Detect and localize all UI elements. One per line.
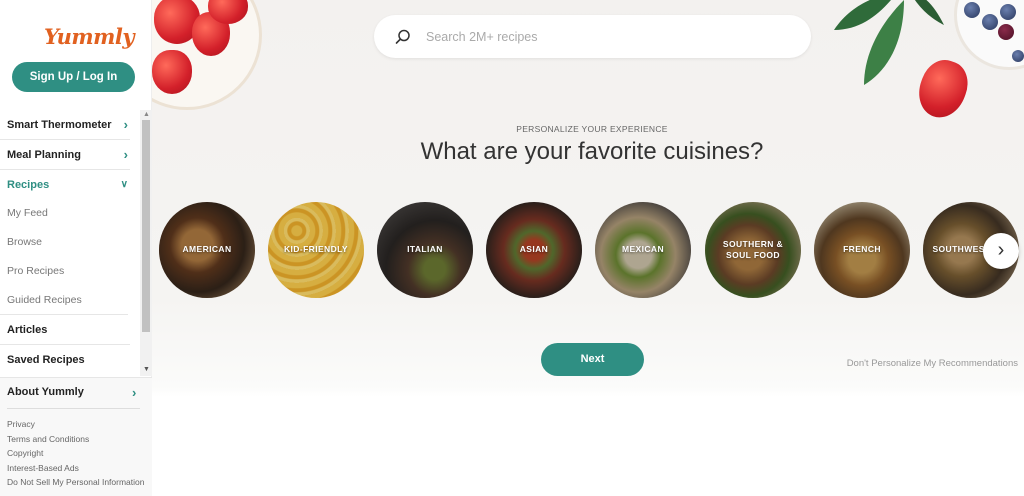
sidebar-nav: Smart Thermometer › Meal Planning › Reci… (0, 110, 152, 376)
sidebar-item-label: My Feed (7, 207, 48, 219)
about-yummly-link[interactable]: About Yummly (7, 386, 84, 398)
do-not-sell-link[interactable]: Do Not Sell My Personal Information (7, 477, 144, 487)
cuisine-french[interactable]: FRENCH (814, 202, 910, 298)
sidebar-item-label: Guided Recipes (7, 294, 82, 306)
privacy-link[interactable]: Privacy (7, 419, 35, 429)
sidebar-item-smart-thermometer[interactable]: Smart Thermometer › (0, 110, 130, 140)
blueberry-image (982, 14, 998, 30)
sidebar-item-articles[interactable]: Articles (0, 315, 130, 345)
sidebar-item-label: Meal Planning (7, 149, 81, 161)
cuisine-kid-friendly[interactable]: KID-FRIENDLY (268, 202, 364, 298)
next-button[interactable]: Next (541, 343, 644, 376)
sidebar-item-label: Browse (7, 236, 43, 248)
blackberry-image (998, 24, 1014, 40)
sidebar-item-meal-planning[interactable]: Meal Planning › (0, 140, 130, 170)
terms-link[interactable]: Terms and Conditions (7, 434, 89, 444)
blueberry-image (1000, 4, 1016, 20)
cuisine-label: SOUTHERN & SOUL FOOD (722, 238, 784, 260)
scroll-up-icon[interactable]: ▲ (143, 111, 150, 118)
divider (7, 408, 140, 409)
signup-login-button[interactable]: Sign Up / Log In (12, 62, 135, 92)
sidebar-item-my-feed[interactable]: My Feed (0, 198, 140, 228)
cuisine-label: AMERICAN (182, 244, 232, 255)
sidebar-scrollbar[interactable]: ▲ ▼ (140, 110, 152, 376)
search-input[interactable] (426, 15, 786, 58)
sidebar-item-saved-recipes[interactable]: Saved Recipes (0, 345, 130, 375)
yummly-logo[interactable]: Yummly (44, 24, 135, 49)
cuisine-italian[interactable]: ITALIAN (377, 202, 473, 298)
cuisine-label: ITALIAN (407, 244, 443, 255)
cuisine-label: FRENCH (843, 244, 881, 255)
dont-personalize-link[interactable]: Don't Personalize My Recommendations (832, 358, 1018, 369)
sidebar-item-label: Saved Recipes (7, 354, 85, 366)
page-title: What are your favorite cuisines? (420, 138, 764, 165)
scrollbar-thumb[interactable] (142, 120, 150, 332)
main-content: PERSONALIZE YOUR EXPERIENCE What are you… (152, 0, 1024, 496)
about-section: About Yummly › Privacy Terms and Conditi… (0, 377, 152, 496)
blueberry-image (1012, 50, 1024, 62)
cuisine-label: ASIAN (519, 244, 549, 255)
sidebar-item-label: Recipes (7, 179, 50, 191)
cuisine-asian[interactable]: ASIAN (486, 202, 582, 298)
search-bar[interactable] (374, 15, 811, 58)
cuisine-mexican[interactable]: MEXICAN (595, 202, 691, 298)
copyright-link[interactable]: Copyright (7, 448, 43, 458)
sidebar-item-label: Articles (7, 324, 48, 336)
sidebar-item-label: Smart Thermometer (7, 119, 112, 131)
interest-based-ads-link[interactable]: Interest-Based Ads (7, 463, 79, 473)
chevron-down-icon: ∨ (120, 179, 128, 190)
search-icon[interactable] (394, 28, 412, 46)
blueberry-image (964, 2, 980, 18)
cuisine-american[interactable]: AMERICAN (159, 202, 255, 298)
strawberry-image (152, 50, 192, 94)
sidebar-item-browse[interactable]: Browse (0, 227, 140, 257)
cuisine-label: KID-FRIENDLY (284, 244, 348, 255)
sidebar-item-guided-recipes[interactable]: Guided Recipes (0, 285, 128, 315)
scroll-down-icon[interactable]: ▼ (143, 366, 150, 373)
sidebar-item-pro-recipes[interactable]: Pro Recipes (0, 256, 140, 286)
sidebar-item-recipes[interactable]: Recipes ∨ (0, 170, 130, 200)
carousel-next-button[interactable]: › (983, 233, 1019, 269)
personalize-eyebrow: PERSONALIZE YOUR EXPERIENCE (516, 124, 668, 134)
cuisine-label: MEXICAN (622, 244, 664, 255)
sidebar-item-label: Pro Recipes (7, 265, 65, 277)
chevron-right-icon[interactable]: › (132, 385, 136, 400)
chevron-right-icon: › (997, 239, 1005, 261)
cuisine-southern-soul-food[interactable]: SOUTHERN & SOUL FOOD (705, 202, 801, 298)
sidebar: Yummly Sign Up / Log In Smart Thermomete… (0, 0, 152, 496)
chevron-right-icon: › (123, 117, 128, 132)
chevron-right-icon: › (123, 147, 128, 162)
